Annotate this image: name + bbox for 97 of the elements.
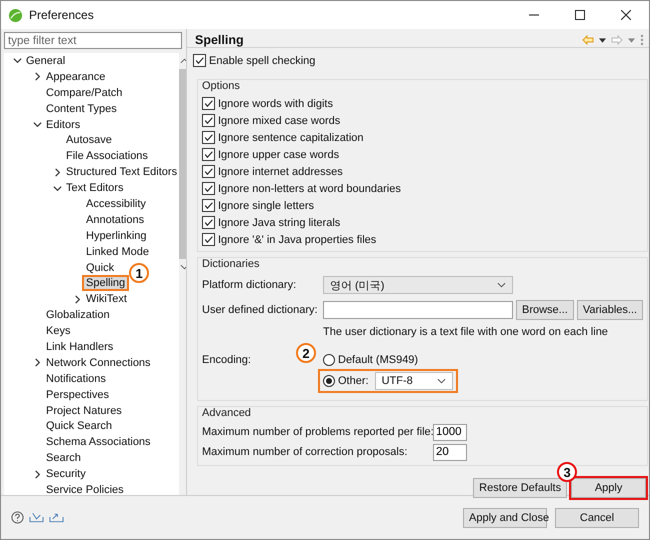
chevron-right-icon[interactable] — [32, 72, 42, 82]
chevron-down-icon[interactable] — [52, 184, 62, 193]
scroll-down-icon[interactable] — [180, 264, 186, 270]
group-title: Dictionaries — [202, 258, 260, 272]
tree-item[interactable]: General — [24, 54, 68, 67]
import-icon[interactable] — [29, 511, 44, 523]
checkbox[interactable] — [202, 165, 215, 178]
checkbox-label: Ignore Java string literals — [218, 216, 340, 228]
radio-label: Other: — [338, 375, 369, 387]
tree-item[interactable]: Editors — [44, 118, 82, 130]
tree-item[interactable]: Keys — [44, 325, 72, 338]
tree-item[interactable]: Service Policies — [44, 484, 126, 495]
restore-defaults-button[interactable]: Restore Defaults — [473, 478, 568, 498]
page-title: Spelling — [195, 33, 244, 47]
tree-item[interactable]: Appearance — [44, 70, 108, 83]
tree-item[interactable]: Network Connections — [44, 356, 153, 369]
filter-field[interactable]: type filter text — [4, 32, 182, 49]
radio-button[interactable] — [323, 354, 335, 366]
close-icon[interactable] — [621, 10, 631, 20]
tree-item[interactable]: Accessibility — [84, 198, 148, 210]
group-title: Options — [202, 80, 241, 94]
app-logo-icon — [8, 8, 23, 22]
group-title: Advanced — [202, 407, 252, 421]
checkbox-label: Enable spell checking — [209, 54, 316, 66]
chevron-right-icon[interactable] — [32, 358, 42, 368]
caret-icon — [497, 282, 506, 288]
tree-item[interactable]: Link Handlers — [44, 340, 116, 353]
number-field[interactable]: 1000 — [433, 424, 467, 440]
callout-badge: 2 — [296, 343, 316, 363]
tree-item[interactable]: WikiText — [84, 293, 129, 306]
tree-item[interactable]: Content Types — [44, 102, 119, 115]
dictionary-dropdown[interactable]: 영어 (미국) — [323, 276, 513, 294]
checkbox-label: Ignore single letters — [218, 200, 314, 212]
export-icon[interactable] — [49, 511, 64, 523]
tree-item[interactable]: Text Editors — [64, 182, 126, 194]
tree-item[interactable]: Security — [44, 468, 88, 480]
scrollbar[interactable] — [179, 53, 186, 495]
checkbox[interactable] — [202, 233, 215, 246]
checkbox-label: Ignore '&' in Java properties files — [218, 234, 376, 246]
apply-button[interactable]: Apply — [571, 478, 646, 498]
number-field[interactable]: 20 — [433, 444, 467, 460]
tree-item[interactable]: Compare/Patch — [44, 86, 124, 99]
checkbox[interactable] — [193, 54, 206, 67]
help-icon[interactable] — [11, 511, 24, 524]
checkbox-label: Ignore internet addresses — [218, 166, 343, 178]
dropdown-caret-icon[interactable] — [599, 38, 606, 42]
checkbox[interactable] — [202, 216, 215, 229]
tree-item[interactable]: Project Natures — [44, 404, 124, 417]
dictionary-path-field[interactable] — [323, 301, 513, 319]
callout-badge: 3 — [557, 462, 578, 482]
field-label: Encoding: — [202, 354, 252, 366]
tree-item[interactable]: File Associations — [64, 150, 150, 162]
checkbox[interactable] — [202, 199, 215, 212]
checkbox[interactable] — [202, 131, 215, 144]
window-title: Preferences — [29, 8, 94, 22]
tree-item[interactable]: Quick — [84, 262, 116, 274]
checkbox[interactable] — [202, 97, 215, 110]
tree-item[interactable]: Spelling — [84, 277, 128, 290]
caret-icon — [436, 378, 446, 384]
hint-text: The user dictionary is a text file with one word on each line — [323, 326, 609, 338]
maximize-icon[interactable] — [575, 10, 585, 20]
callout-badge: 1 — [129, 263, 150, 284]
tree-item[interactable]: Hyperlinking — [84, 230, 149, 242]
dialog-button[interactable]: Apply and Close — [463, 508, 547, 528]
scroll-up-icon[interactable] — [180, 58, 186, 64]
checkbox[interactable] — [202, 148, 215, 161]
field-label: Platform dictionary: — [202, 279, 298, 291]
checkbox[interactable] — [202, 182, 215, 195]
chevron-right-icon[interactable] — [52, 168, 62, 177]
chevron-down-icon[interactable] — [12, 56, 22, 66]
field-label: Maximum number of correction proposals: — [202, 446, 408, 458]
tree-item[interactable]: Autosave — [64, 134, 114, 146]
radio-label: Default (MS949) — [338, 354, 418, 366]
checkbox-label: Ignore sentence capitalization — [218, 132, 364, 144]
tree-item[interactable]: Schema Associations — [44, 436, 153, 448]
tree-item[interactable]: Globalization — [44, 309, 112, 322]
tree-item[interactable]: Annotations — [84, 214, 146, 226]
chevron-right-icon[interactable] — [32, 470, 42, 479]
chevron-down-icon[interactable] — [32, 120, 42, 129]
encoding-dropdown[interactable]: UTF-8 — [374, 372, 453, 390]
tree-item[interactable]: Search — [44, 452, 83, 464]
checkbox[interactable] — [202, 114, 215, 127]
checkbox-label: Ignore mixed case words — [218, 114, 340, 126]
checkbox-label: Ignore words with digits — [218, 98, 333, 110]
checkbox-label: Ignore non-letters at word boundaries — [218, 182, 401, 194]
dialog-button[interactable]: Cancel — [555, 508, 639, 528]
tree-item[interactable]: Quick Search — [44, 420, 114, 432]
radio-button[interactable] — [323, 375, 335, 387]
field-label: User defined dictionary: — [202, 304, 319, 316]
tree-item[interactable]: Perspectives — [44, 388, 111, 401]
tree-item[interactable]: Linked Mode — [84, 246, 151, 258]
tree-item[interactable]: Structured Text Editors — [64, 166, 180, 178]
variables-button[interactable]: Variables... — [576, 300, 644, 320]
chevron-right-icon[interactable] — [72, 294, 82, 304]
checkbox-label: Ignore upper case words — [218, 148, 340, 160]
browse-button[interactable]: Browse... — [516, 300, 574, 320]
tree-item[interactable]: Notifications — [44, 372, 108, 385]
